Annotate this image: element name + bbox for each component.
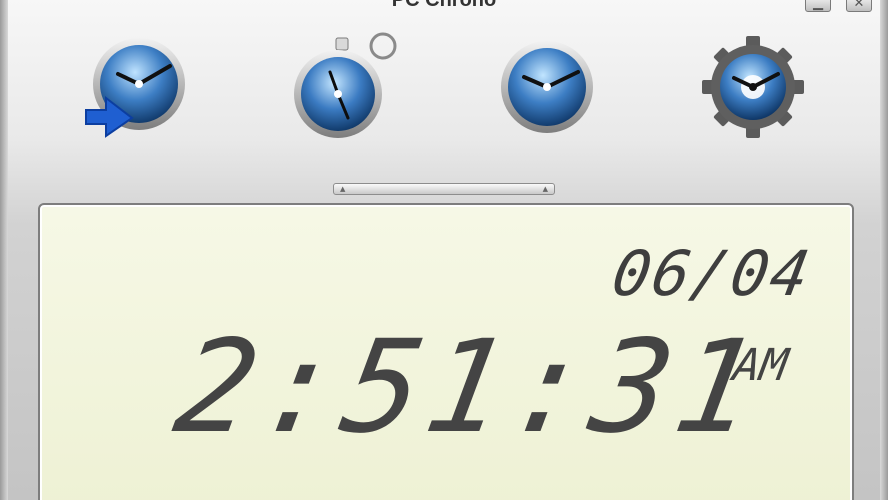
- window-left-edge: [0, 0, 8, 500]
- stopwatch-button[interactable]: [288, 32, 398, 142]
- stopwatch-icon: [294, 32, 397, 138]
- ampm-indicator: AM: [729, 340, 792, 391]
- lcd-display: 06/04 2:51:31 AM: [38, 203, 854, 500]
- grip-left-arrow-icon: ▲: [340, 185, 346, 193]
- settings-gear-clock-icon: [702, 36, 804, 138]
- title-bar[interactable]: PC Chrono: [0, 0, 888, 12]
- window-right-edge: [880, 0, 888, 500]
- date-display: 06/04: [607, 237, 817, 310]
- time-display: 2:51:31: [165, 313, 774, 462]
- window-title: PC Chrono: [391, 0, 497, 11]
- panel-collapse-grip[interactable]: ▲ ▲: [333, 183, 555, 195]
- pc-chrono-window: PC Chrono ▁ ✕ ▲ ▲ 06/04 2:51:31 AM: [0, 0, 888, 500]
- clock-arrow-icon: [85, 38, 185, 138]
- minimize-button[interactable]: ▁: [805, 0, 831, 12]
- clock-arrow-button[interactable]: [82, 32, 192, 142]
- close-button[interactable]: ✕: [846, 0, 872, 12]
- clock-icon: [501, 41, 593, 133]
- settings-button[interactable]: [698, 32, 808, 142]
- clock-button[interactable]: [492, 32, 602, 142]
- grip-right-arrow-icon: ▲: [542, 185, 548, 193]
